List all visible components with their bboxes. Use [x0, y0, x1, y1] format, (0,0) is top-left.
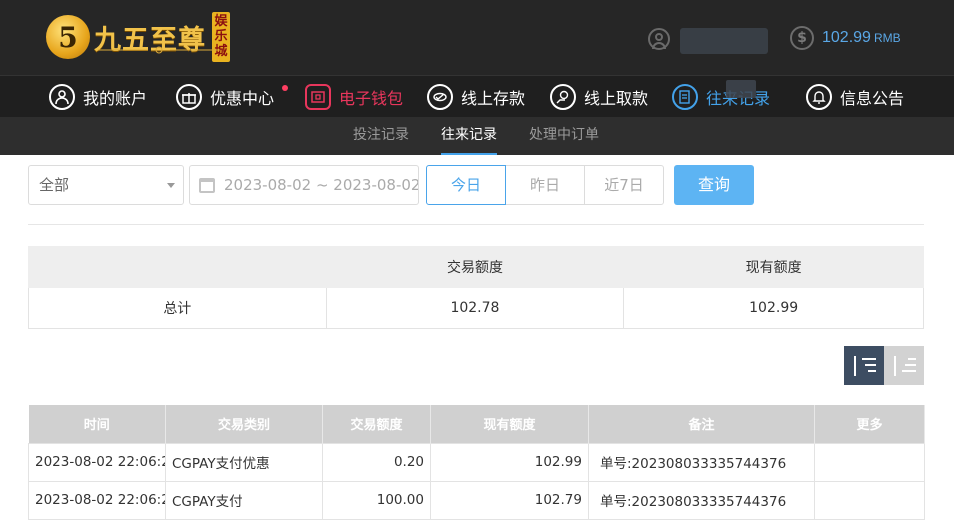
- sort-descending-button[interactable]: [844, 346, 884, 385]
- cell-type: CGPAY支付优惠: [165, 442, 323, 482]
- nav-my-account[interactable]: 我的账户: [49, 76, 147, 118]
- top-header: 5 九五至尊 娱乐城 $ 102.99 RMB: [0, 0, 954, 75]
- username-redacted: [680, 28, 768, 54]
- column-header-type[interactable]: 交易类别: [165, 405, 323, 443]
- cell-balance: 102.79: [430, 480, 589, 520]
- table-row[interactable]: 2023-08-02 22:06:23 CGPAY支付 100.00 102.7…: [28, 480, 925, 520]
- nav-announcements[interactable]: 信息公告: [806, 76, 904, 118]
- withdraw-icon: [550, 84, 576, 110]
- nav-label: 我的账户: [83, 89, 148, 108]
- summary-header-cell: 交易额度: [325, 246, 625, 288]
- summary-cell: 102.78: [325, 287, 625, 329]
- cell-type: CGPAY支付: [165, 480, 323, 520]
- summary-header-cell: 现有额度: [623, 246, 924, 288]
- cell-remark: 单号:202308033335744376: [588, 480, 815, 520]
- column-header-amount[interactable]: 交易额度: [322, 405, 431, 443]
- account-balance: 102.99 RMB: [822, 29, 901, 47]
- records-table: 时间 交易类别 交易额度 现有额度 备注 更多 2023-08-02 22:06…: [28, 405, 925, 520]
- gift-icon: [176, 84, 202, 110]
- cell-remark: 单号:202308033335744376: [588, 442, 815, 482]
- cell-amount: 100.00: [322, 480, 431, 520]
- notification-dot: [282, 85, 288, 91]
- nav-label: 优惠中心: [210, 89, 275, 108]
- user-icon: [49, 84, 75, 110]
- redacted-overlay: [726, 80, 756, 98]
- main-nav: 我的账户 优惠中心 电子钱包 线上存款 线上取款 往来记录 信息公告: [0, 75, 954, 117]
- select-value: 全部: [39, 176, 70, 194]
- nav-label: 信息公告: [840, 89, 905, 108]
- date-range-value: 2023-08-02 ~ 2023-08-02: [224, 176, 419, 194]
- cell-more[interactable]: [814, 442, 925, 482]
- summary-cell: 102.99: [623, 287, 924, 329]
- tab-transaction-records[interactable]: 往来记录: [441, 117, 497, 155]
- cell-time: 2023-08-02 22:06:23: [28, 480, 166, 520]
- table-row[interactable]: 2023-08-02 22:06:23 CGPAY支付优惠 0.20 102.9…: [28, 442, 925, 482]
- logo-badge: 娱乐城: [212, 12, 230, 62]
- column-header-balance[interactable]: 现有额度: [430, 405, 589, 443]
- range-yesterday-button[interactable]: 昨日: [505, 165, 585, 205]
- balance-currency: RMB: [873, 31, 901, 45]
- deposit-icon: [427, 84, 453, 110]
- cell-balance: 102.99: [430, 442, 589, 482]
- account-avatar-icon[interactable]: [648, 28, 670, 50]
- sort-descending-icon: [852, 355, 876, 376]
- tab-pending-orders[interactable]: 处理中订单: [529, 117, 599, 155]
- nav-online-withdraw[interactable]: 线上取款: [550, 76, 648, 118]
- dollar-coin-icon: $: [790, 26, 814, 50]
- summary-table: 交易额度 现有额度 总计 102.78 102.99: [28, 246, 924, 329]
- records-header-row: 时间 交易类别 交易额度 现有额度 备注 更多: [28, 405, 925, 443]
- transaction-type-select[interactable]: 全部: [28, 165, 184, 205]
- nav-label: 线上取款: [584, 89, 649, 108]
- cell-time: 2023-08-02 22:06:23: [28, 442, 166, 482]
- site-logo[interactable]: 5 九五至尊 娱乐城: [46, 10, 230, 64]
- wallet-icon: [305, 84, 331, 110]
- records-icon: [672, 84, 698, 110]
- logo-mark: 5: [46, 15, 90, 59]
- column-header-more[interactable]: 更多: [814, 405, 925, 443]
- nav-e-wallet[interactable]: 电子钱包: [305, 76, 403, 118]
- query-button[interactable]: 查询: [674, 165, 754, 205]
- column-header-time[interactable]: 时间: [28, 405, 166, 443]
- summary-cell: 总计: [28, 287, 327, 329]
- sub-nav: 投注记录 往来记录 处理中订单: [0, 117, 954, 155]
- summary-header-cell: [28, 246, 327, 288]
- balance-amount: 102.99: [822, 29, 871, 46]
- date-range-input[interactable]: 2023-08-02 ~ 2023-08-02: [189, 165, 419, 205]
- bell-icon: [806, 84, 832, 110]
- summary-header-row: 交易额度 现有额度: [28, 246, 924, 288]
- column-header-remark[interactable]: 备注: [588, 405, 815, 443]
- range-7days-button[interactable]: 近7日: [584, 165, 664, 205]
- tab-bet-records[interactable]: 投注记录: [353, 117, 409, 155]
- logo-ornament-icon: [98, 46, 220, 54]
- chevron-down-icon: [167, 183, 175, 188]
- sort-ascending-icon: [892, 355, 916, 376]
- nav-online-deposit[interactable]: 线上存款: [427, 76, 525, 118]
- nav-label: 线上存款: [461, 89, 526, 108]
- cell-more[interactable]: [814, 480, 925, 520]
- cell-amount: 0.20: [322, 442, 431, 482]
- range-today-button[interactable]: 今日: [426, 165, 506, 205]
- nav-label: 电子钱包: [339, 89, 404, 108]
- divider: [28, 224, 924, 225]
- summary-total-row: 总计 102.78 102.99: [28, 287, 924, 329]
- sort-ascending-button[interactable]: [884, 346, 924, 385]
- calendar-icon: [199, 178, 215, 193]
- nav-promotions[interactable]: 优惠中心: [176, 76, 274, 118]
